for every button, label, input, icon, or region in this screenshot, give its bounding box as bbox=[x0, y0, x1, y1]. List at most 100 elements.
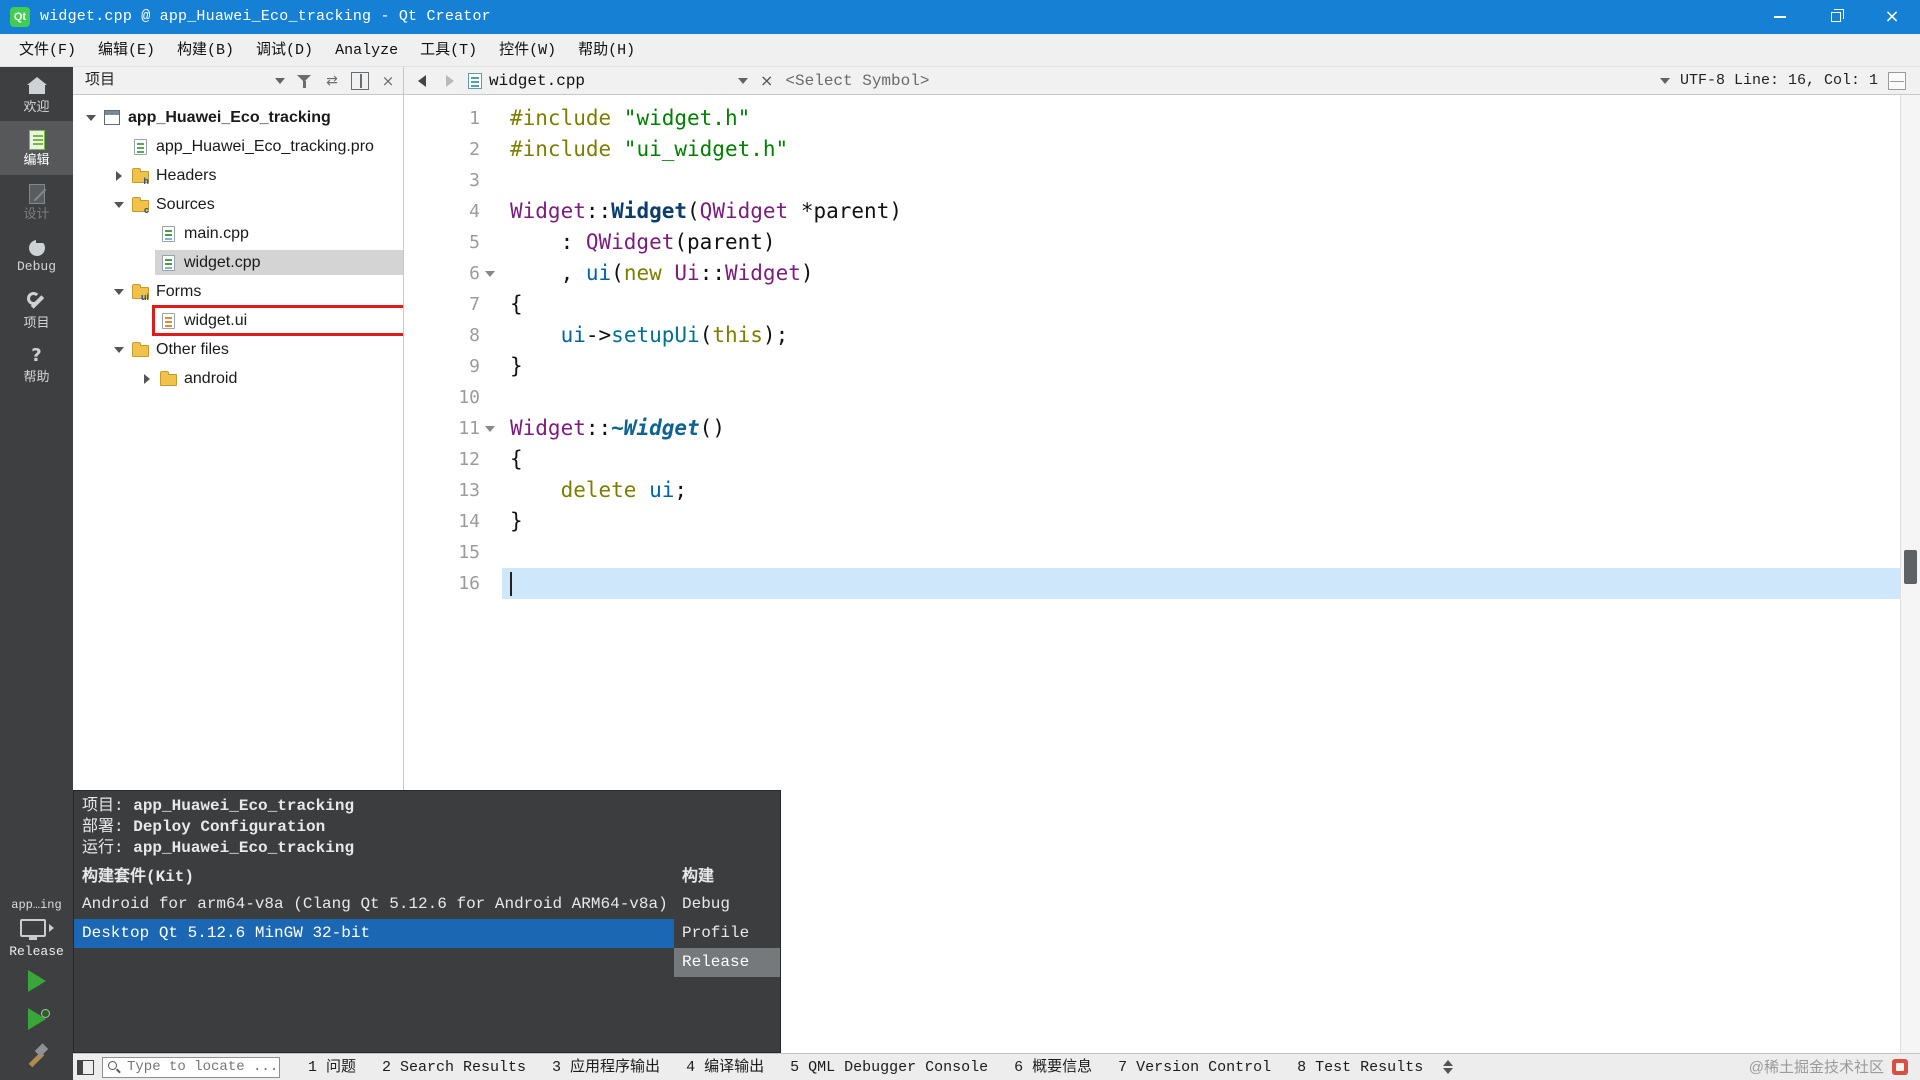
sync-with-editor-icon[interactable] bbox=[323, 72, 341, 90]
minimize-button[interactable] bbox=[1752, 0, 1808, 34]
build-option-Release[interactable]: Release bbox=[674, 948, 780, 977]
pane-selector[interactable]: 项目 bbox=[85, 73, 285, 88]
filter-icon[interactable] bbox=[295, 72, 313, 90]
tree-item-Sources[interactable]: c Sources bbox=[73, 190, 403, 219]
mode-item-帮助[interactable]: 帮助 bbox=[0, 337, 73, 391]
tree-caret-icon[interactable] bbox=[139, 373, 155, 384]
code-line-5[interactable]: : QWidget(parent) bbox=[502, 227, 1920, 258]
build-button[interactable] bbox=[20, 1042, 54, 1072]
output-panel-8 Test Results[interactable]: 8 Test Results bbox=[1297, 1054, 1423, 1080]
debug-run-button[interactable] bbox=[20, 1004, 54, 1034]
build-option-Debug[interactable]: Debug bbox=[674, 890, 780, 919]
menu-item-控件(W)[interactable]: 控件(W) bbox=[488, 34, 567, 67]
menu-item-编辑(E)[interactable]: 编辑(E) bbox=[87, 34, 166, 67]
code-line-8[interactable]: ui->setupUi(this); bbox=[502, 320, 1920, 351]
output-panel-3 应用程序输出[interactable]: 3 应用程序输出 bbox=[552, 1054, 660, 1080]
menu-item-构建(B)[interactable]: 构建(B) bbox=[166, 34, 245, 67]
fold-marker-icon[interactable] bbox=[484, 268, 496, 280]
menu-item-文件(F)[interactable]: 文件(F) bbox=[8, 34, 87, 67]
output-panel-5 QML Debugger Console[interactable]: 5 QML Debugger Console bbox=[790, 1054, 988, 1080]
code-line-4[interactable]: Widget::Widget(QWidget *parent) bbox=[502, 196, 1920, 227]
mode-item-Debug[interactable]: Debug bbox=[0, 229, 73, 283]
chevron-down-icon[interactable] bbox=[1659, 77, 1670, 84]
kit-selector-button[interactable] bbox=[19, 919, 54, 940]
scrollbar-thumb[interactable] bbox=[1904, 550, 1917, 584]
tree-item-widget.cpp[interactable]: widget.cpp bbox=[73, 248, 403, 277]
tree-caret-icon[interactable] bbox=[111, 288, 127, 295]
tree-item-main.cpp[interactable]: main.cpp bbox=[73, 219, 403, 248]
code-line-14[interactable]: } bbox=[502, 506, 1920, 537]
sidebar-toggle-icon[interactable] bbox=[77, 1059, 94, 1075]
output-panel-7 Version Control[interactable]: 7 Version Control bbox=[1118, 1054, 1271, 1080]
code-line-1[interactable]: #include "widget.h" bbox=[502, 103, 1920, 134]
tree-item-Forms[interactable]: ui Forms bbox=[73, 277, 403, 306]
build-option-Profile[interactable]: Profile bbox=[674, 919, 780, 948]
mode-item-设计[interactable]: 设计 bbox=[0, 175, 73, 229]
tree-item-widget.ui[interactable]: widget.ui bbox=[73, 305, 403, 336]
output-panel-4 编译输出[interactable]: 4 编译输出 bbox=[686, 1054, 764, 1080]
tree-item-Other files[interactable]: Other files bbox=[73, 335, 403, 364]
tree-item-app_Huawei_Eco_tracking[interactable]: app_Huawei_Eco_tracking bbox=[73, 103, 403, 132]
run-button[interactable] bbox=[20, 966, 54, 996]
menu-item-帮助(H)[interactable]: 帮助(H) bbox=[567, 34, 646, 67]
menu-item-工具(T)[interactable]: 工具(T) bbox=[409, 34, 488, 67]
target-config-label[interactable]: Release bbox=[9, 945, 64, 958]
target-project-label[interactable]: app…ing bbox=[11, 899, 61, 911]
mode-item-项目[interactable]: 项目 bbox=[0, 283, 73, 337]
symbol-selector[interactable]: <Select Symbol> bbox=[785, 73, 929, 89]
code-line-13[interactable]: delete ui; bbox=[502, 475, 1920, 506]
panel-arrows-icon[interactable] bbox=[1441, 1059, 1455, 1075]
close-document-button[interactable]: × bbox=[756, 72, 777, 89]
line-number-8: 8 bbox=[404, 325, 502, 346]
code-row-5: 5 : QWidget(parent) bbox=[404, 227, 1920, 258]
fold-marker-icon[interactable] bbox=[484, 423, 496, 435]
caret-expanded-icon bbox=[114, 288, 124, 295]
mode-item-欢迎[interactable]: 欢迎 bbox=[0, 67, 73, 121]
tree-item-Headers[interactable]: h Headers bbox=[73, 161, 403, 190]
output-panel-1 问题[interactable]: 1 问题 bbox=[308, 1054, 356, 1080]
code-line-16[interactable] bbox=[502, 568, 1920, 599]
tree-caret-icon[interactable] bbox=[111, 346, 127, 353]
tree-caret-icon[interactable] bbox=[111, 170, 127, 181]
code-line-2[interactable]: #include "ui_widget.h" bbox=[502, 134, 1920, 165]
code-line-6[interactable]: , ui(new Ui::Widget) bbox=[502, 258, 1920, 289]
split-pane-icon[interactable] bbox=[351, 71, 369, 90]
code-line-11[interactable]: Widget::~Widget() bbox=[502, 413, 1920, 444]
tree-item-android[interactable]: android bbox=[73, 364, 403, 393]
project-pane-header: 项目 bbox=[73, 67, 404, 94]
menu-item-调试(D)[interactable]: 调试(D) bbox=[245, 34, 324, 67]
open-document-label: widget.cpp bbox=[489, 71, 586, 90]
split-editor-button[interactable] bbox=[1888, 71, 1906, 90]
line-number-2: 2 bbox=[404, 139, 502, 160]
open-document-selector[interactable]: widget.cpp bbox=[468, 71, 748, 90]
folder-icon bbox=[131, 341, 149, 359]
output-panel-2 Search Results[interactable]: 2 Search Results bbox=[382, 1054, 526, 1080]
code-line-12[interactable]: { bbox=[502, 444, 1920, 475]
code-line-9[interactable]: } bbox=[502, 351, 1920, 382]
locator-input[interactable] bbox=[102, 1056, 280, 1078]
forward-button[interactable] bbox=[440, 71, 460, 91]
kit-option-Desktop Qt 5.12.6 MinGW 32-bit[interactable]: Desktop Qt 5.12.6 MinGW 32-bit bbox=[74, 919, 674, 948]
code-line-10[interactable] bbox=[502, 382, 1920, 413]
menu-item-Analyze[interactable]: Analyze bbox=[324, 34, 409, 67]
tree-caret-icon[interactable] bbox=[111, 201, 127, 208]
cpp-file-icon bbox=[159, 254, 177, 272]
tree-caret-icon[interactable] bbox=[83, 114, 99, 121]
code-line-3[interactable] bbox=[502, 165, 1920, 196]
editor-scrollbar[interactable] bbox=[1900, 95, 1920, 1053]
back-button[interactable] bbox=[412, 71, 432, 91]
watermark: @稀土掘金技术社区 bbox=[1748, 1059, 1884, 1076]
design-icon bbox=[28, 183, 45, 204]
mode-item-编辑[interactable]: 编辑 bbox=[0, 121, 73, 175]
tree-item-app_Huawei_Eco_tracking.pro[interactable]: app_Huawei_Eco_tracking.pro bbox=[73, 132, 403, 161]
code-line-15[interactable] bbox=[502, 537, 1920, 568]
output-panel-6 概要信息[interactable]: 6 概要信息 bbox=[1014, 1054, 1092, 1080]
tree-label: main.cpp bbox=[184, 225, 249, 242]
close-pane-icon[interactable] bbox=[379, 72, 397, 90]
code-line-7[interactable]: { bbox=[502, 289, 1920, 320]
restore-button[interactable] bbox=[1808, 0, 1864, 34]
kit-option-Android for arm64-v8a (Clang Qt 5.12.6 for Android ARM64-v8a)[interactable]: Android for arm64-v8a (Clang Qt 5.12.6 f… bbox=[74, 890, 674, 919]
close-button[interactable]: × bbox=[1864, 0, 1920, 34]
mode-label: 设计 bbox=[23, 206, 50, 222]
